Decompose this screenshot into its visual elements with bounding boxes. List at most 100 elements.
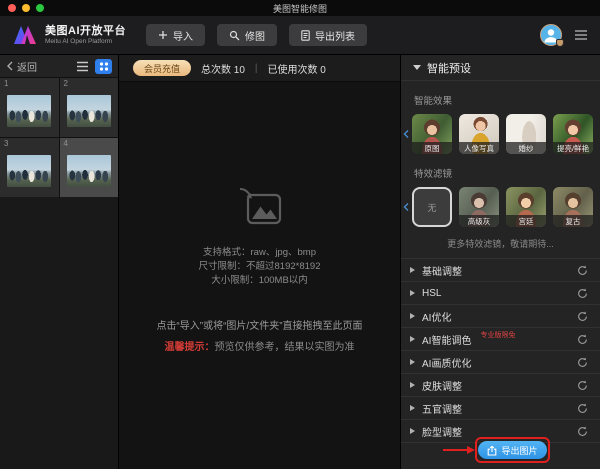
chevron-right-icon — [410, 359, 415, 365]
section-label: 五官调整 — [422, 404, 462, 416]
section-facial-features[interactable]: 五官调整 — [401, 397, 600, 420]
section-label: 基础调整 — [422, 266, 462, 278]
effect-thumb-original[interactable]: 原图 — [412, 114, 452, 154]
filter-label: 复古 — [553, 215, 593, 227]
menu-icon[interactable] — [574, 30, 588, 40]
document-list-icon — [301, 29, 310, 41]
section-label: AI智能调色 — [422, 335, 472, 347]
smart-effects-label: 智能效果 — [414, 96, 453, 107]
reset-icon[interactable] — [577, 333, 588, 345]
chevron-right-icon — [410, 267, 415, 273]
photo-cell-2[interactable]: 2 — [59, 78, 118, 137]
section-ai-quality[interactable]: AI画质优化 — [401, 351, 600, 374]
export-list-button-label: 导出列表 — [315, 31, 355, 43]
photo-index: 2 — [63, 79, 68, 88]
brand-subtitle: Meitu AI Open Platform — [45, 37, 113, 45]
toolbar-right — [540, 24, 588, 47]
section-ai-color[interactable]: AI智能调色 专业版限免 — [401, 328, 600, 351]
share-upload-icon — [488, 445, 497, 456]
section-basic-adjust[interactable]: 基础调整 — [401, 259, 600, 282]
effect-thumb-brighten[interactable]: 提亮/鲜艳 — [553, 114, 593, 154]
smart-effects-carousel: 原图 人像写真 婚纱 提亮/鲜艳 — [403, 114, 600, 154]
effect-thumb-wedding[interactable]: 婚纱 — [506, 114, 546, 154]
red-highlight-box: 导出图片 — [475, 437, 550, 463]
photo-index: 4 — [63, 139, 68, 148]
adjustment-sections: 基础调整 HSL AI优化 AI智能调色 专业版限免 AI画质优化 皮肤调整 五… — [401, 258, 600, 443]
carousel-left-icon[interactable] — [403, 203, 409, 212]
user-avatar[interactable] — [540, 24, 564, 47]
import-button[interactable]: 导入 — [146, 24, 205, 46]
photo-cell-1[interactable]: 1 — [0, 78, 59, 137]
effect-label: 提亮/鲜艳 — [553, 142, 593, 154]
photo-list-filler — [0, 197, 118, 469]
filter-none-selected[interactable]: 无 — [412, 187, 452, 227]
filter-thumb-advanced-gray[interactable]: 高级灰 — [459, 187, 499, 227]
photo-index: 3 — [4, 139, 9, 148]
section-hsl[interactable]: HSL — [401, 282, 600, 305]
chevron-right-icon — [410, 405, 415, 411]
tip-text: 温馨提示：预览仅供参考，结果以实图为准 — [119, 338, 400, 353]
import-image-icon — [239, 188, 281, 225]
reset-icon[interactable] — [577, 379, 588, 391]
reset-icon[interactable] — [577, 310, 588, 322]
photo-thumbnail — [66, 95, 111, 128]
preset-header-label: 智能预设 — [427, 62, 471, 75]
reset-icon[interactable] — [577, 287, 588, 299]
drop-hint-text: 点击“导入”或将“图片/文件夹”直接拖拽至此页面 — [156, 321, 363, 332]
chevron-right-icon — [410, 290, 415, 296]
filter-label: 宫廷 — [506, 215, 546, 227]
export-image-button[interactable]: 导出图片 — [478, 441, 547, 459]
quota-bar: 会员充值 总次数 10 | 已使用次数 0 — [119, 55, 400, 82]
effect-thumb-portrait[interactable]: 人像写真 — [459, 114, 499, 154]
filter-thumb-retro[interactable]: 复古 — [553, 187, 593, 227]
export-image-button-label: 导出图片 — [501, 445, 538, 456]
section-label: HSL — [422, 287, 442, 299]
minimize-window-button[interactable] — [22, 4, 30, 12]
photo-cell-4-selected[interactable]: 4 — [59, 138, 118, 197]
reset-icon[interactable] — [577, 402, 588, 414]
drop-zone[interactable]: 支持格式：raw、jpg、bmp 尺寸限制：不超过8192*8192 大小限制：… — [119, 82, 400, 469]
pro-free-badge: 专业版限免 — [480, 332, 516, 339]
section-ai-optimize[interactable]: AI优化 — [401, 305, 600, 328]
reset-icon[interactable] — [577, 425, 588, 437]
meitu-logo-icon — [14, 26, 36, 44]
photo-index: 1 — [4, 79, 9, 88]
back-button[interactable]: 返回 — [17, 59, 37, 74]
canvas-panel: 会员充值 总次数 10 | 已使用次数 0 支持格式：raw、jpg、bmp 尺… — [119, 55, 400, 469]
export-list-button[interactable]: 导出列表 — [289, 24, 367, 46]
brand-text: 美图AI开放平台 Meitu AI Open Platform — [45, 25, 126, 45]
list-view-icon — [77, 61, 88, 71]
carousel-left-icon[interactable] — [403, 130, 409, 139]
reset-icon[interactable] — [577, 264, 588, 276]
size-limit-text: 大小限制：100MB以内 — [211, 275, 308, 286]
photo-list-header: 返回 — [0, 55, 118, 77]
zoom-window-button[interactable] — [36, 4, 44, 12]
window-title: 美图智能修图 — [272, 3, 327, 14]
photo-thumbnail — [7, 155, 52, 188]
count-divider: | — [254, 62, 258, 74]
photo-cell-3[interactable]: 3 — [0, 138, 59, 197]
chevron-right-icon — [410, 313, 415, 319]
brand-name: 美图AI开放平台 — [45, 24, 126, 37]
back-chevron-icon[interactable] — [6, 61, 13, 71]
filters-label: 特效滤镜 — [414, 169, 453, 180]
smart-preset-panel: 智能预设 智能效果 原图 人像写真 婚纱 提亮/鲜艳 特效滤镜 无 高级灰 宫廷… — [400, 55, 600, 469]
retouch-button-label: 修图 — [245, 31, 265, 43]
chevron-right-icon — [410, 428, 415, 434]
grid-view-button[interactable] — [95, 58, 112, 74]
filter-label: 高级灰 — [459, 215, 499, 227]
filter-thumb-palace[interactable]: 宫廷 — [506, 187, 546, 227]
format-limit-text: 支持格式：raw、jpg、bmp — [203, 247, 316, 258]
close-window-button[interactable] — [8, 4, 16, 12]
grid-view-icon — [99, 61, 108, 71]
preset-header[interactable]: 智能预设 — [401, 55, 600, 81]
vip-badge-icon — [556, 39, 564, 47]
retouch-button[interactable]: 修图 — [217, 24, 277, 46]
list-view-button[interactable] — [74, 59, 91, 74]
effect-label: 婚纱 — [506, 142, 546, 154]
total-count: 总次数 10 — [201, 64, 245, 76]
member-recharge-button[interactable]: 会员充值 — [133, 60, 192, 76]
section-skin-adjust[interactable]: 皮肤调整 — [401, 374, 600, 397]
titlebar: 美图智能修图 — [0, 0, 600, 16]
reset-icon[interactable] — [577, 356, 588, 368]
